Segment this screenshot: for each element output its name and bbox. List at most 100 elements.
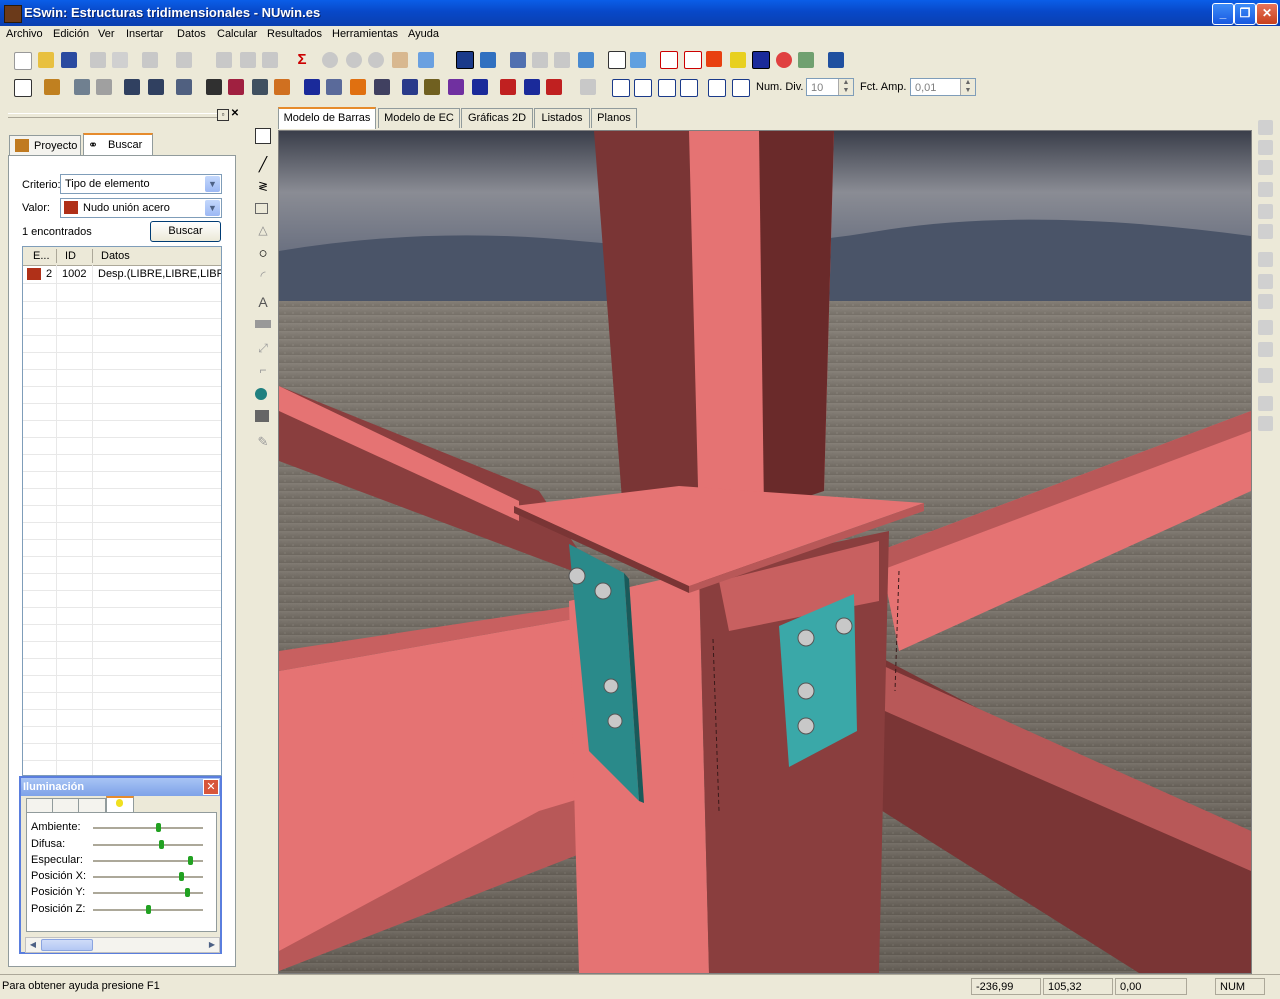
grid-icon[interactable]	[608, 51, 626, 69]
results-bars-icon[interactable]	[500, 79, 516, 95]
materials-icon[interactable]	[44, 79, 60, 95]
menu-ayuda[interactable]: Ayuda	[408, 28, 439, 40]
profile-icon[interactable]	[752, 51, 770, 69]
redo-icon[interactable]	[176, 52, 192, 68]
tab-listados[interactable]: Listados	[534, 108, 590, 128]
results-plates-icon[interactable]	[524, 79, 540, 95]
snow-icon[interactable]	[374, 79, 390, 95]
dock-close-icon[interactable]: ✕	[230, 109, 240, 119]
walls-icon[interactable]	[472, 79, 488, 95]
fillet-icon[interactable]	[1258, 274, 1273, 289]
posicion-y-slider[interactable]	[93, 888, 203, 897]
thermal-load-icon[interactable]	[274, 79, 290, 95]
report-icon[interactable]	[612, 79, 630, 97]
tab-modelo-de-ec[interactable]: Modelo de EC	[378, 108, 460, 128]
pan-hand-icon[interactable]	[392, 52, 408, 68]
snap-icon[interactable]	[630, 52, 646, 68]
polyline-icon[interactable]: ≷	[255, 178, 271, 194]
rectangle-icon[interactable]	[255, 203, 268, 214]
menu-resultados[interactable]: Resultados	[267, 28, 322, 40]
tab-modelo-de-barras[interactable]: Modelo de Barras	[278, 107, 376, 129]
minimize-button[interactable]: _	[1212, 3, 1234, 25]
menu-ver[interactable]: Ver	[98, 28, 115, 40]
mirror-icon[interactable]	[1258, 160, 1273, 175]
tab-globe-icon[interactable]	[52, 798, 80, 813]
axes-icon[interactable]	[510, 52, 526, 68]
offset-icon[interactable]	[1258, 252, 1273, 267]
pencil-icon[interactable]: ✎	[255, 434, 271, 450]
dimension-icon[interactable]: ⤢	[255, 340, 271, 356]
posicion-x-slider[interactable]	[93, 872, 203, 881]
distributed-load-icon[interactable]	[252, 79, 268, 95]
drawing-icon[interactable]	[708, 79, 726, 97]
check-icon[interactable]	[776, 52, 792, 68]
tab-color-icon[interactable]	[26, 798, 54, 813]
paste-icon[interactable]	[262, 52, 278, 68]
document-icon[interactable]	[680, 79, 698, 97]
results-check-icon[interactable]	[580, 79, 596, 95]
menu-calcular[interactable]: Calcular	[217, 28, 257, 40]
hatch-icon[interactable]	[255, 320, 271, 328]
layers-icon[interactable]	[828, 52, 844, 68]
copy-icon[interactable]	[240, 52, 256, 68]
drawing-list-icon[interactable]	[732, 79, 750, 97]
cut-icon[interactable]	[216, 52, 232, 68]
arc-icon[interactable]: ◜	[255, 268, 271, 284]
break-icon[interactable]	[1258, 342, 1273, 357]
zoom-window-icon[interactable]	[368, 52, 384, 68]
leader-icon[interactable]: ⌐	[255, 362, 271, 378]
bar-properties-icon[interactable]	[148, 79, 164, 95]
3d-viewport[interactable]	[278, 130, 1252, 974]
tab-graficas-2d[interactable]: Gráficas 2D	[461, 108, 533, 128]
symbol-icon[interactable]	[255, 388, 267, 400]
render-icon[interactable]	[456, 51, 474, 69]
zoom-in-icon[interactable]	[322, 52, 338, 68]
seismic-icon[interactable]	[402, 79, 418, 95]
comment-icon[interactable]	[798, 52, 814, 68]
edit-text-icon[interactable]	[1258, 396, 1273, 411]
especular-slider[interactable]	[93, 856, 203, 865]
column-id[interactable]: ID	[65, 250, 76, 262]
menu-herramientas[interactable]: Herramientas	[332, 28, 398, 40]
fct-amp-input[interactable]: 0,01 ▲ ▼	[910, 78, 976, 96]
slider-thumb[interactable]	[187, 856, 193, 865]
menu-edicion[interactable]: Edición	[53, 28, 89, 40]
ambiente-slider[interactable]	[93, 823, 203, 832]
supports-icon[interactable]	[554, 52, 570, 68]
slider-thumb[interactable]	[159, 840, 165, 849]
triangle-icon[interactable]: △	[255, 222, 271, 238]
scale-icon[interactable]	[1258, 204, 1273, 219]
dock-grip[interactable]	[8, 113, 218, 118]
tab-planos[interactable]: Planos	[591, 108, 637, 128]
report-preview-icon[interactable]	[634, 79, 652, 97]
move-icon[interactable]	[1258, 120, 1273, 135]
line-load-icon[interactable]	[206, 79, 222, 95]
properties-icon[interactable]	[1258, 416, 1273, 431]
chevron-down-icon[interactable]: ▼	[205, 200, 220, 216]
sections-icon[interactable]	[578, 52, 594, 68]
point-load-icon[interactable]	[228, 79, 244, 95]
stress-icon[interactable]	[706, 51, 722, 67]
scroll-thumb[interactable]	[41, 939, 93, 951]
print-preview-icon[interactable]	[112, 52, 128, 68]
shear-diagram-icon[interactable]	[684, 51, 702, 69]
new-file-icon[interactable]	[14, 52, 32, 70]
results-graph-icon[interactable]	[546, 79, 562, 95]
circle-icon[interactable]: ○	[255, 246, 271, 262]
nodes-icon[interactable]	[74, 79, 90, 95]
deformed-icon[interactable]	[730, 52, 746, 68]
menu-insertar[interactable]: Insertar	[126, 28, 163, 40]
copy-object-icon[interactable]	[1258, 140, 1273, 155]
rotate-icon[interactable]	[1258, 182, 1273, 197]
slider-thumb[interactable]	[179, 872, 185, 881]
node-properties-icon[interactable]	[96, 79, 112, 95]
table-row[interactable]: 2 1002 Desp.(LIBRE,LIBRE,LIBR	[23, 266, 221, 284]
text-icon[interactable]: A	[255, 294, 271, 310]
select-pointer-icon[interactable]	[14, 79, 32, 97]
wind-icon[interactable]	[350, 79, 366, 95]
slider-thumb[interactable]	[145, 905, 151, 914]
horizontal-scrollbar[interactable]: ◀ ▶	[25, 937, 220, 953]
trim-icon[interactable]	[1258, 294, 1273, 309]
difusa-slider[interactable]	[93, 840, 203, 849]
column-e[interactable]: E...	[33, 250, 50, 262]
